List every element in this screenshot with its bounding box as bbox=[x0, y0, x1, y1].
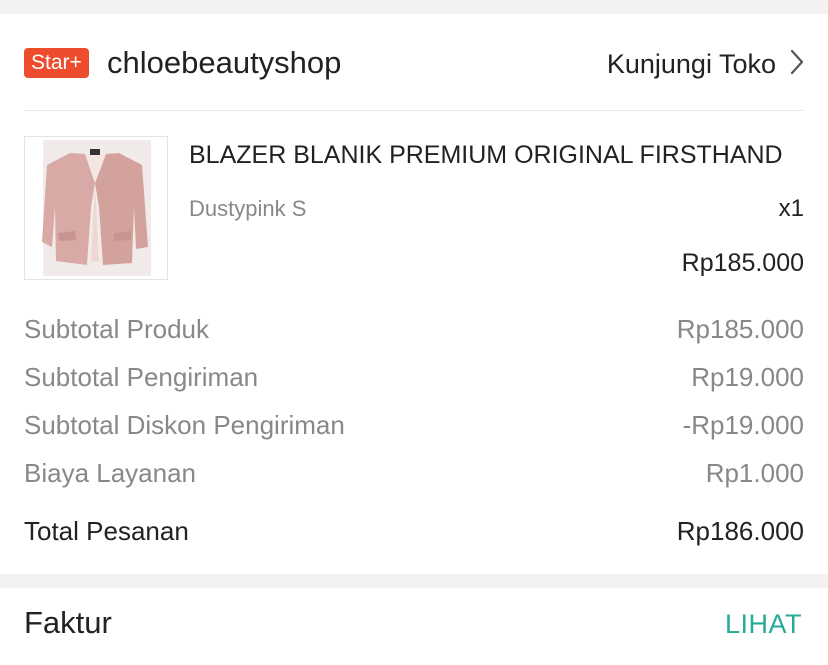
shop-header: Star+ chloebeautyshop Kunjungi Toko bbox=[24, 14, 804, 111]
summary-value: Rp185.000 bbox=[676, 313, 804, 344]
product-variant: Dustypink S bbox=[189, 196, 307, 221]
summary-value: Rp19.000 bbox=[691, 361, 804, 392]
shop-name[interactable]: chloebeautyshop bbox=[107, 44, 341, 82]
invoice-label: Faktur bbox=[24, 605, 112, 640]
summary-row-subtotal-shipping: Subtotal Pengiriman Rp19.000 bbox=[24, 359, 804, 395]
summary-value: -Rp19.000 bbox=[682, 409, 804, 440]
summary-row-subtotal-product: Subtotal Produk Rp185.000 bbox=[24, 311, 804, 347]
summary-row-shipping-discount: Subtotal Diskon Pengiriman -Rp19.000 bbox=[24, 407, 804, 443]
star-plus-badge: Star+ bbox=[24, 48, 89, 78]
total-value: Rp186.000 bbox=[676, 515, 804, 546]
invoice-section: Faktur LIHAT bbox=[0, 588, 828, 665]
product-image bbox=[24, 136, 168, 280]
order-card: Star+ chloebeautyshop Kunjungi Toko BLAZ… bbox=[0, 14, 828, 574]
product-quantity: x1 bbox=[778, 195, 804, 222]
visit-shop-label: Kunjungi Toko bbox=[606, 48, 776, 79]
view-invoice-link[interactable]: LIHAT bbox=[725, 607, 802, 641]
summary-label: Subtotal Diskon Pengiriman bbox=[24, 409, 345, 440]
summary-value: Rp1.000 bbox=[705, 457, 804, 488]
summary-label: Biaya Layanan bbox=[24, 457, 197, 488]
product-title: BLAZER BLANIK PREMIUM ORIGINAL FIRSTHAND bbox=[189, 141, 783, 169]
summary-row-total: Total Pesanan Rp186.000 bbox=[24, 513, 804, 549]
product-item[interactable]: BLAZER BLANIK PREMIUM ORIGINAL FIRSTHAND… bbox=[24, 136, 804, 286]
product-price: Rp185.000 bbox=[681, 249, 804, 277]
chevron-right-icon bbox=[790, 49, 804, 80]
summary-row-service-fee: Biaya Layanan Rp1.000 bbox=[24, 455, 804, 491]
summary-label: Subtotal Produk bbox=[24, 313, 210, 344]
visit-shop-button[interactable]: Kunjungi Toko bbox=[607, 47, 804, 81]
summary-label: Subtotal Pengiriman bbox=[24, 361, 259, 392]
total-label: Total Pesanan bbox=[24, 515, 189, 546]
